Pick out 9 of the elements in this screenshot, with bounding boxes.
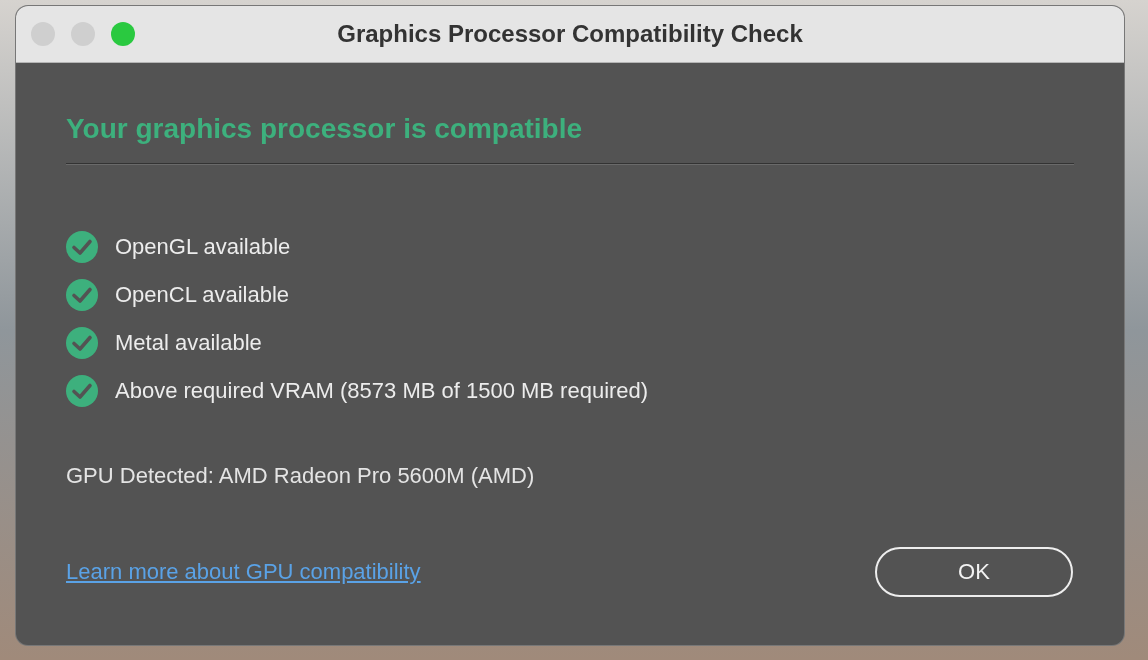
ok-button[interactable]: OK — [875, 547, 1073, 597]
check-label: Above required VRAM (8573 MB of 1500 MB required) — [115, 378, 649, 404]
check-label: OpenGL available — [115, 234, 291, 260]
status-heading: Your graphics processor is compatible — [66, 113, 584, 145]
check-label: Metal available — [115, 330, 262, 356]
window-control-icon[interactable] — [111, 22, 135, 46]
window-title: Graphics Processor Compatibility Check — [337, 20, 803, 48]
check-label: OpenCL available — [115, 282, 290, 308]
gpu-info: GPU Detected: AMD Radeon Pro 5600M (AMD) — [66, 463, 536, 489]
